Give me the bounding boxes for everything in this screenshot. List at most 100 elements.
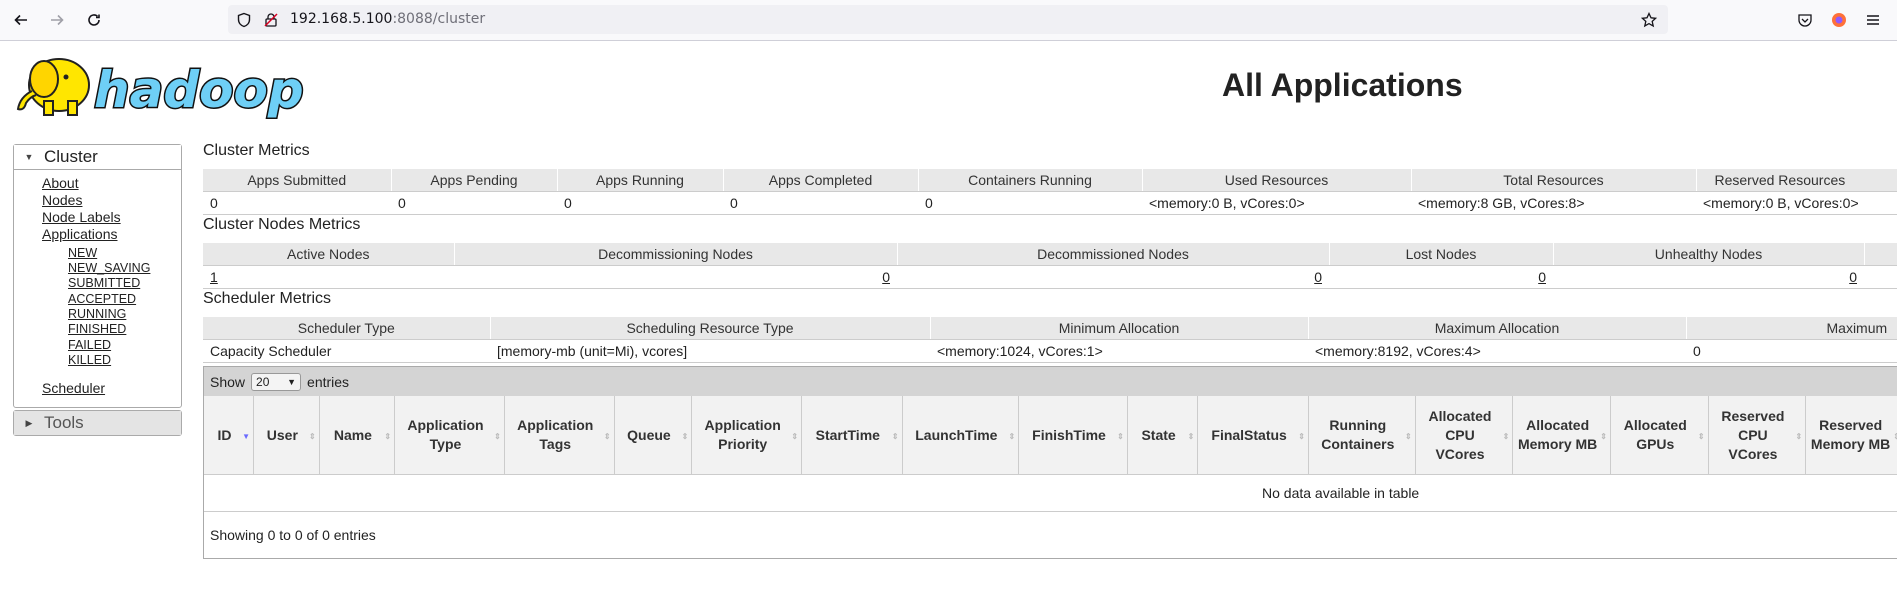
sort-icon: ⇕ <box>1117 432 1124 441</box>
sort-icon: ⇕ <box>681 432 689 441</box>
col-allocated-cpu-vcores-label: Allocated CPU VCores <box>1428 407 1492 462</box>
col-reserved-memory-mb[interactable]: Reserved Memory MB ⇕ <box>1805 396 1897 475</box>
nav-link-state-failed[interactable]: FAILED <box>68 338 111 352</box>
applications-table: ID ▼ User ⇕ Name ⇕ Application Type ⇕ Applic… <box>204 396 1897 475</box>
nav-link-about[interactable]: About <box>42 175 79 191</box>
nav-link-applications[interactable]: Applications <box>42 226 118 242</box>
maximum-value: 0 <box>1686 339 1897 363</box>
nav-link-scheduler[interactable]: Scheduler <box>42 380 105 396</box>
apps-completed-value: 0 <box>723 191 918 215</box>
reload-icon[interactable] <box>82 8 106 32</box>
entries-label: entries <box>307 373 350 390</box>
decommissioning-nodes-link[interactable]: 0 <box>454 265 897 289</box>
col-finalstatus[interactable]: FinalStatus ⇕ <box>1197 396 1309 475</box>
col-application-type[interactable]: Application Type ⇕ <box>394 396 505 475</box>
tools-nav-label: Tools <box>44 413 84 432</box>
sort-icon: ⇕ <box>1008 432 1016 441</box>
tools-nav-header[interactable]: ▶ Tools <box>14 411 181 435</box>
col-application-tags-label: Application Tags <box>517 417 594 452</box>
col-apps-submitted: Apps Submitted <box>203 169 392 192</box>
col-running-containers[interactable]: Running Containers ⇕ <box>1308 396 1416 475</box>
col-allocated-gpus[interactable]: Allocated GPUs ⇕ <box>1610 396 1709 475</box>
active-nodes-value[interactable]: 1 <box>210 269 218 285</box>
url-bar[interactable]: 192.168.5.100:8088/cluster <box>228 5 1668 34</box>
sort-icon: ⇕ <box>1893 432 1897 441</box>
table-info: Showing 0 to 0 of 0 entries <box>210 527 376 543</box>
page-size-select[interactable]: 20 ▼ <box>251 372 302 391</box>
nav-link-node-labels[interactable]: Node Labels <box>42 209 121 225</box>
col-allocated-memory-mb[interactable]: Allocated Memory MB ⇕ <box>1512 396 1611 475</box>
forward-icon[interactable] <box>45 8 69 32</box>
col-id[interactable]: ID ▼ <box>204 396 255 475</box>
menu-icon[interactable] <box>1863 10 1883 30</box>
col-name[interactable]: Name ⇕ <box>319 396 396 475</box>
hadoop-logo[interactable]: hadoop <box>14 49 314 125</box>
cluster-nav-header[interactable]: ▼ Cluster <box>14 145 181 170</box>
lost-nodes-value[interactable]: 0 <box>1538 269 1546 285</box>
nav-link-nodes[interactable]: Nodes <box>42 192 82 208</box>
triangle-down-icon: ▼ <box>24 152 34 162</box>
col-user[interactable]: User ⇕ <box>253 396 320 475</box>
col-finishtime-label: FinishTime <box>1032 426 1106 443</box>
used-resources-value: <memory:0 B, vCores:0> <box>1142 191 1411 215</box>
nav-link-state-accepted[interactable]: ACCEPTED <box>68 292 136 306</box>
shield-icon[interactable] <box>235 11 253 29</box>
sort-icon: ⇕ <box>1404 432 1412 441</box>
col-application-tags[interactable]: Application Tags ⇕ <box>504 396 615 475</box>
nav-link-state-running[interactable]: RUNNING <box>68 307 126 321</box>
sort-icon: ⇕ <box>1697 432 1705 441</box>
extra-nodes-link[interactable]: 0 <box>1864 265 1897 289</box>
sort-icon: ⇕ <box>603 432 611 441</box>
col-name-label: Name <box>333 426 372 443</box>
pocket-icon[interactable] <box>1795 10 1815 30</box>
nav-link-state-finished[interactable]: FINISHED <box>68 322 126 336</box>
col-unhealthy-nodes: Unhealthy Nodes <box>1553 243 1865 266</box>
nav-link-state-killed[interactable]: KILLED <box>68 353 111 367</box>
col-total-resources: Total Resources <box>1411 169 1697 192</box>
col-allocated-cpu-vcores[interactable]: Allocated CPU VCores ⇕ <box>1415 396 1514 475</box>
sort-icon: ⇕ <box>494 432 501 441</box>
col-id-label: ID <box>217 426 232 443</box>
col-queue[interactable]: Queue ⇕ <box>614 396 693 475</box>
col-used-resources: Used Resources <box>1142 169 1412 192</box>
lost-nodes-link[interactable]: 0 <box>1329 265 1553 289</box>
active-nodes-link[interactable]: 1 <box>203 265 454 289</box>
nav-link-state-new-saving[interactable]: NEW_SAVING <box>68 261 150 275</box>
col-maximum: Maximum <box>1686 317 1897 340</box>
back-icon[interactable] <box>9 8 33 32</box>
col-state[interactable]: State ⇕ <box>1127 396 1199 475</box>
cluster-nav: ▼ Cluster About Nodes Node Labels Applic… <box>13 144 182 408</box>
col-starttime[interactable]: StartTime ⇕ <box>801 396 903 475</box>
col-application-priority[interactable]: Application Priority ⇕ <box>691 396 803 475</box>
decommissioning-nodes-value[interactable]: 0 <box>882 269 890 285</box>
apps-submitted-value: 0 <box>203 191 391 215</box>
total-resources-value: <memory:8 GB, vCores:8> <box>1411 191 1696 215</box>
scheduling-resource-type-value: [memory-mb (unit=Mi), vcores] <box>490 339 930 363</box>
unhealthy-nodes-link[interactable]: 0 <box>1553 265 1864 289</box>
nav-link-state-submitted[interactable]: SUBMITTED <box>68 276 140 290</box>
nav-link-state-new[interactable]: NEW <box>68 246 97 260</box>
empty-table-message: No data available in table <box>204 475 1897 512</box>
col-launchtime[interactable]: LaunchTime ⇕ <box>902 396 1020 475</box>
insecure-lock-icon[interactable] <box>262 11 280 29</box>
col-user-label: User <box>266 426 298 443</box>
unhealthy-nodes-value[interactable]: 0 <box>1849 269 1857 285</box>
sort-icon: ⇕ <box>1298 432 1305 441</box>
url-text[interactable]: 192.168.5.100:8088/cluster <box>290 11 485 27</box>
browser-toolbar: 192.168.5.100:8088/cluster <box>0 0 1897 41</box>
reserved-resources-value: <memory:0 B, vCores:0> <box>1696 191 1897 215</box>
col-allocated-memory-mb-label: Allocated Memory MB <box>1517 417 1598 452</box>
decommissioned-nodes-value[interactable]: 0 <box>1314 269 1322 285</box>
col-finalstatus-label: FinalStatus <box>1211 426 1287 443</box>
show-label: Show <box>210 373 246 390</box>
decommissioned-nodes-link[interactable]: 0 <box>897 265 1329 289</box>
bookmark-star-icon[interactable] <box>1640 11 1658 29</box>
col-lost-nodes: Lost Nodes <box>1329 243 1554 266</box>
sort-icon: ⇕ <box>1600 432 1607 441</box>
sort-icon: ⇕ <box>1502 432 1510 441</box>
col-reserved-cpu-vcores[interactable]: Reserved CPU VCores ⇕ <box>1708 396 1807 475</box>
account-icon[interactable] <box>1829 10 1849 30</box>
col-finishtime[interactable]: FinishTime ⇕ <box>1018 396 1128 475</box>
sort-desc-icon: ▼ <box>242 432 251 441</box>
url-host: 192.168.5.100 <box>290 11 393 27</box>
